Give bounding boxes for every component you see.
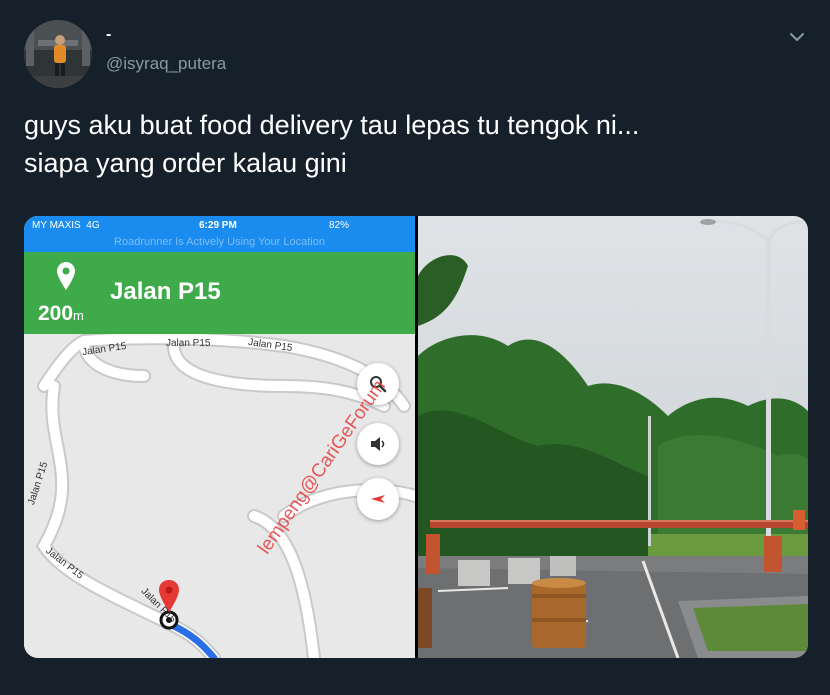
handle[interactable]: @isyraq_putera — [106, 54, 226, 74]
tweet-media[interactable]: Jalan P15 Jalan P15 Jalan P15 Jalan P15 … — [24, 216, 808, 658]
street-name: Jalan P15 — [110, 278, 221, 305]
map-compass-button[interactable] — [357, 478, 399, 520]
carrier: MY MAXIS — [32, 220, 81, 231]
speaker-icon — [371, 437, 385, 451]
photo-illustration — [418, 216, 808, 658]
location-notice: Roadrunner Is Actively Using Your Locati… — [114, 236, 325, 248]
distance-unit: m — [73, 308, 84, 323]
map-screenshot[interactable]: Jalan P15 Jalan P15 Jalan P15 Jalan P15 … — [24, 216, 415, 658]
road-barrier-photo[interactable] — [418, 216, 808, 658]
tweet-text: guys aku buat food delivery tau lepas tu… — [24, 106, 804, 182]
location-pin-icon — [57, 262, 75, 290]
status-time: 6:29 PM — [199, 220, 237, 231]
display-name[interactable]: - — [106, 26, 111, 44]
phone-status-bar: MY MAXIS 4G 6:29 PM 82% Roadrunner Is Ac… — [24, 216, 415, 252]
battery-level: 82% — [329, 220, 350, 231]
network: 4G — [86, 220, 100, 231]
tweet-text-line-2: siapa yang order kalau gini — [24, 148, 347, 178]
compass-icon — [371, 495, 385, 503]
tweet-text-line-1: guys aku buat food delivery tau lepas tu… — [24, 110, 640, 140]
chevron-down-icon[interactable] — [786, 26, 808, 48]
road-label: Jalan P15 — [166, 338, 211, 349]
navigation-banner: 200m Jalan P15 — [24, 252, 415, 334]
distance-value: 200 — [38, 302, 74, 325]
avatar[interactable] — [24, 20, 92, 88]
map-volume-button[interactable] — [357, 423, 399, 465]
